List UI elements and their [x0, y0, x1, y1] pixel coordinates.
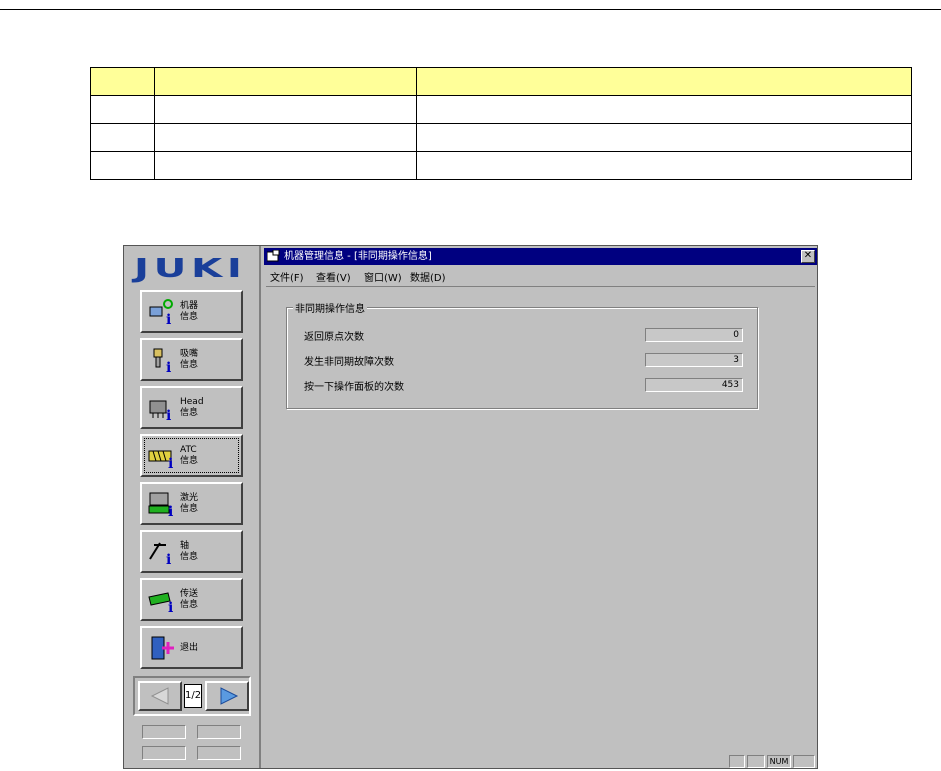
status-panel [747, 755, 765, 768]
status-panel [729, 755, 745, 768]
nav-label: 激光 信息 [180, 493, 199, 514]
top-rule [0, 9, 941, 10]
svg-text:i: i [166, 312, 171, 325]
group-title: 非同期操作信息 [293, 300, 367, 315]
title-bar: 机器管理信息 - [非同期操作信息] ✕ [264, 248, 817, 265]
table-cell [90, 67, 155, 96]
sidebar-status-box [197, 725, 241, 739]
menu-data[interactable]: 数据(D) [410, 269, 446, 284]
nav-label: 吸嘴 信息 [180, 349, 199, 370]
svg-text:i: i [168, 456, 173, 469]
window-title: 机器管理信息 - [非同期操作信息] [284, 251, 432, 262]
app-window: JUKI i 机器 信息 i 吸嘴 信息 i Head 信息 i ATC 信息 … [123, 245, 818, 769]
table-header-row [90, 67, 912, 96]
svg-text:i: i [168, 600, 173, 613]
sidebar-status-box [142, 725, 186, 739]
num-lock-indicator: NUM [767, 755, 791, 768]
menu-view[interactable]: 查看(V) [316, 269, 351, 284]
pager: 1/2 [133, 676, 251, 716]
nozzle-info-button[interactable]: i 吸嘴 信息 [140, 338, 243, 381]
nav-label: Head 信息 [180, 397, 204, 418]
table-cell [90, 151, 155, 180]
page-indicator: 1/2 [184, 684, 202, 708]
status-bar: NUM [264, 753, 817, 769]
table-cell [90, 123, 155, 152]
svg-text:i: i [166, 408, 171, 421]
async-operation-group: 非同期操作信息 返回原点次数 0 发生非同期故障次数 3 按一下操作面板的次数 … [286, 300, 758, 409]
svg-text:i: i [168, 504, 173, 517]
laser-info-button[interactable]: i 激光 信息 [140, 482, 243, 525]
conveyor-info-icon: i [148, 592, 173, 613]
client-area: 非同期操作信息 返回原点次数 0 发生非同期故障次数 3 按一下操作面板的次数 … [266, 286, 815, 749]
menu-bar: 文件(F) 查看(V) 窗口(W) 数据(D) [264, 266, 817, 284]
axis-info-icon: i [149, 542, 171, 565]
sidebar-status-box [197, 746, 241, 760]
table-cell [154, 151, 417, 180]
table-cell [154, 67, 417, 96]
machine-info-icon: i [149, 299, 173, 325]
value-field: 0 [645, 328, 743, 342]
table-cell [154, 123, 417, 152]
value-field: 3 [645, 353, 743, 367]
row-label: 按一下操作面板的次数 [304, 382, 404, 393]
sidebar: JUKI i 机器 信息 i 吸嘴 信息 i Head 信息 i ATC 信息 … [124, 246, 261, 768]
info-window: 机器管理信息 - [非同期操作信息] ✕ 文件(F) 查看(V) 窗口(W) 数… [264, 248, 817, 768]
table-cell [90, 95, 155, 124]
table-cell [416, 95, 912, 124]
conveyor-info-button[interactable]: i 传送 信息 [140, 578, 243, 621]
exit-button[interactable]: 退出 [140, 626, 243, 669]
head-info-icon: i [149, 400, 171, 421]
menu-window[interactable]: 窗口(W) [364, 269, 402, 284]
spec-table [90, 67, 912, 180]
menu-file[interactable]: 文件(F) [270, 269, 304, 284]
nav-label: 机器 信息 [180, 301, 199, 322]
laser-info-icon: i [148, 492, 173, 517]
arrow-right-icon [220, 687, 239, 705]
row-label: 发生非同期故障次数 [304, 357, 394, 368]
table-row [90, 151, 912, 180]
sidebar-status-box [142, 746, 186, 760]
machine-info-button[interactable]: i 机器 信息 [140, 290, 243, 333]
table-cell [416, 67, 912, 96]
axis-info-button[interactable]: i 轴 信息 [140, 530, 243, 573]
nav-label: 轴 信息 [180, 541, 199, 562]
arrow-left-icon [150, 687, 169, 705]
nozzle-info-icon: i [153, 348, 171, 373]
status-panel [793, 755, 815, 768]
row-label: 返回原点次数 [304, 332, 364, 343]
atc-info-button[interactable]: i ATC 信息 [140, 434, 243, 477]
svg-text:i: i [166, 360, 171, 373]
table-cell [416, 123, 912, 152]
atc-info-icon: i [148, 450, 173, 469]
next-page-button[interactable] [205, 681, 249, 711]
exit-door-icon [151, 636, 174, 660]
app-window-icon [267, 250, 280, 262]
table-row [90, 95, 912, 124]
svg-text:i: i [166, 552, 171, 565]
value-field: 453 [645, 378, 743, 392]
table-row [90, 123, 912, 152]
nav-label: 传送 信息 [180, 589, 199, 610]
nav-label: 退出 [180, 643, 199, 653]
table-cell [416, 151, 912, 180]
nav-label: ATC 信息 [180, 445, 199, 466]
prev-page-button[interactable] [138, 681, 182, 711]
table-cell [154, 95, 417, 124]
juki-logo: JUKI [134, 254, 247, 284]
head-info-button[interactable]: i Head 信息 [140, 386, 243, 429]
close-button[interactable]: ✕ [801, 250, 815, 263]
